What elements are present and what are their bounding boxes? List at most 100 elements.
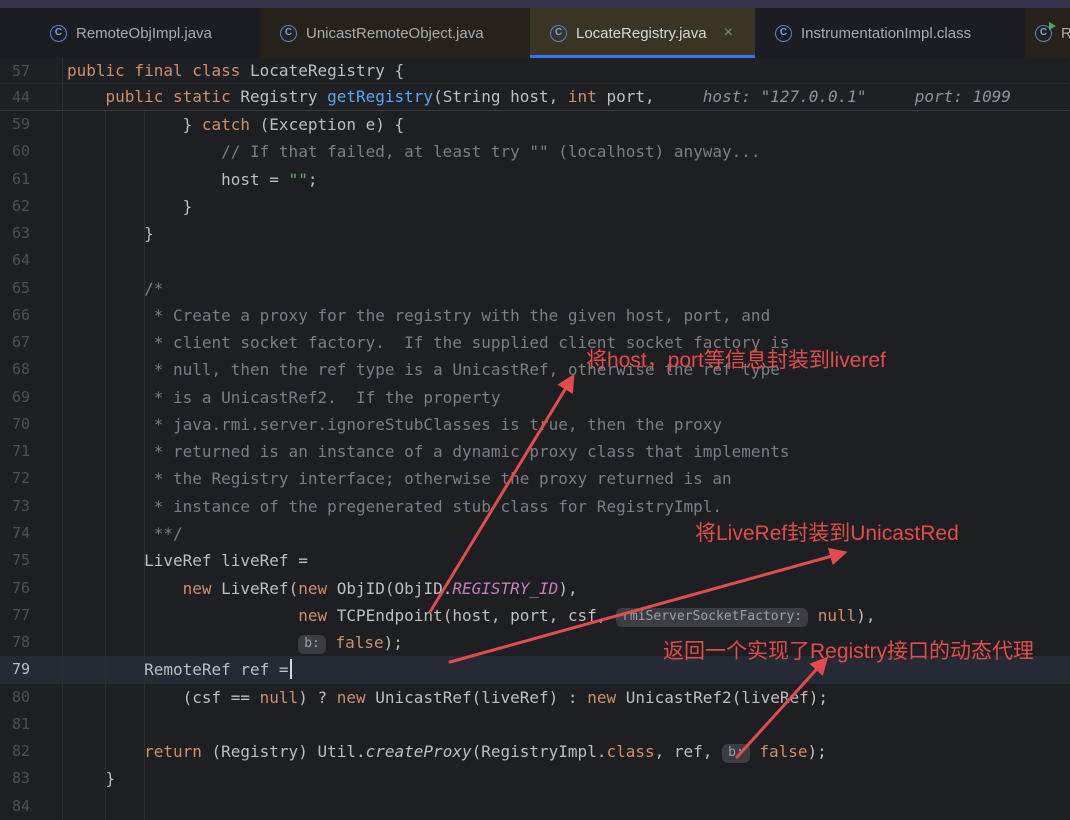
code-line[interactable]: 81	[0, 711, 1070, 738]
class-icon: C	[280, 25, 297, 42]
code-text: (csf == null) ? new UnicastRef(liveRef) …	[67, 684, 828, 711]
sticky-code-line[interactable]: 57 public final class LocateRegistry {	[0, 58, 1070, 84]
code-text: host = "";	[67, 166, 317, 193]
line-number[interactable]: 63	[0, 220, 30, 247]
code-line[interactable]: 76 new LiveRef(new ObjID(ObjID.REGISTRY_…	[0, 575, 1070, 602]
line-number[interactable]: 69	[0, 384, 30, 411]
code-text: * is a UnicastRef2. If the property	[67, 384, 500, 411]
line-number[interactable]: 80	[0, 684, 30, 711]
code-line[interactable]: 66 * Create a proxy for the registry wit…	[0, 302, 1070, 329]
code-line[interactable]: 77 new TCPEndpoint(host, port, csf, rmiS…	[0, 602, 1070, 629]
code-text: }	[67, 220, 154, 247]
line-number[interactable]: 77	[0, 602, 30, 629]
line-number[interactable]: 79	[0, 656, 30, 683]
code-line[interactable]: 82 return (Registry) Util.createProxy(Re…	[0, 738, 1070, 765]
line-number[interactable]: 68	[0, 356, 30, 383]
code-line[interactable]: 83 }	[0, 765, 1070, 792]
code-text: } catch (Exception e) {	[67, 111, 404, 138]
code-text: * the Registry interface; otherwise the …	[67, 465, 732, 492]
code-line[interactable]: 59 } catch (Exception e) {	[0, 111, 1070, 138]
code-line[interactable]: 63 }	[0, 220, 1070, 247]
code-text: new LiveRef(new ObjID(ObjID.REGISTRY_ID)…	[67, 575, 578, 602]
class-icon: C	[550, 25, 567, 42]
code-text: // If that failed, at least try "" (loca…	[67, 138, 761, 165]
code-text: /*	[67, 275, 163, 302]
code-text: * instance of the pregenerated stub clas…	[67, 493, 722, 520]
parameter-hint: b:	[298, 635, 326, 654]
annotation-2: 将LiveRef封装到UnicastRed	[695, 517, 959, 547]
class-icon: C	[50, 25, 67, 42]
sticky-lines-panel: 57 public final class LocateRegistry {44 …	[0, 58, 1070, 111]
line-number[interactable]: 75	[0, 547, 30, 574]
code-line[interactable]: 72 * the Registry interface; otherwise t…	[0, 465, 1070, 492]
sticky-code-line[interactable]: 44 public static Registry getRegistry(St…	[0, 84, 1070, 110]
code-line[interactable]: 64	[0, 247, 1070, 274]
code-line[interactable]: 80 (csf == null) ? new UnicastRef(liveRe…	[0, 684, 1070, 711]
code-text: }	[67, 765, 115, 792]
code-editor[interactable]: 59 } catch (Exception e) {60 // If that …	[0, 111, 1070, 820]
code-text: new TCPEndpoint(host, port, csf, rmiServ…	[67, 602, 876, 629]
debugger-inline-value: host: "127.0.0.1"	[703, 87, 867, 106]
code-line[interactable]: 73 * instance of the pregenerated stub c…	[0, 493, 1070, 520]
line-number[interactable]: 83	[0, 765, 30, 792]
parameter-hint: rmiServerSocketFactory:	[616, 608, 808, 627]
tab-instrumentationimpl-class[interactable]: CInstrumentationImpl.class	[755, 8, 1025, 58]
code-line[interactable]: 70 * java.rmi.server.ignoreStubClasses i…	[0, 411, 1070, 438]
line-number[interactable]: 61	[0, 166, 30, 193]
run-class-icon: C	[1035, 25, 1052, 42]
code-line[interactable]: 69 * is a UnicastRef2. If the property	[0, 384, 1070, 411]
tab-label: UnicastRemoteObject.java	[306, 25, 484, 42]
code-text: RemoteRef ref =	[67, 656, 292, 683]
code-text: LiveRef liveRef =	[67, 547, 308, 574]
code-line[interactable]: 67 * client socket factory. If the suppl…	[0, 329, 1070, 356]
tab-label: RemoteObjImpl.java	[76, 25, 212, 42]
code-line[interactable]: 61 host = "";	[0, 166, 1070, 193]
tab-unicastremoteobject-java[interactable]: C UnicastRemoteObject.java	[260, 8, 530, 58]
code-text: * java.rmi.server.ignoreStubClasses is t…	[67, 411, 722, 438]
tab-label: LocateRegistry.java	[576, 25, 707, 42]
line-number[interactable]: 57	[0, 58, 30, 83]
tab-label: R	[1061, 25, 1070, 42]
code-text: * Create a proxy for the registry with t…	[67, 302, 770, 329]
line-number[interactable]: 66	[0, 302, 30, 329]
parameter-hint: b:	[722, 744, 750, 763]
line-number[interactable]: 44	[0, 84, 30, 110]
line-number[interactable]: 71	[0, 438, 30, 465]
line-number[interactable]: 73	[0, 493, 30, 520]
annotation-1: 将host，port等信息封装到liveref	[586, 344, 886, 374]
class-icon: C	[775, 25, 792, 42]
tab-remoteobjimpl-java[interactable]: C RemoteObjImpl.java	[30, 8, 260, 58]
code-text: * returned is an instance of a dynamic p…	[67, 438, 789, 465]
line-number[interactable]: 82	[0, 738, 30, 765]
code-line[interactable]: 71 * returned is an instance of a dynami…	[0, 438, 1070, 465]
code-line[interactable]: 75 LiveRef liveRef =	[0, 547, 1070, 574]
close-icon[interactable]: ×	[724, 25, 733, 41]
code-line[interactable]: 68 * null, then the ref type is a Unicas…	[0, 356, 1070, 383]
code-line[interactable]: 62 }	[0, 193, 1070, 220]
line-number[interactable]: 76	[0, 575, 30, 602]
line-number[interactable]: 72	[0, 465, 30, 492]
code-line[interactable]: 84	[0, 793, 1070, 820]
line-number[interactable]: 65	[0, 275, 30, 302]
tab-bar: C RemoteObjImpl.java C UnicastRemoteObject.…	[0, 8, 1070, 58]
line-number[interactable]: 78	[0, 629, 30, 656]
text-caret	[290, 659, 292, 679]
ide-window: C RemoteObjImpl.java C UnicastRemoteObject.…	[0, 0, 1070, 820]
code-line[interactable]: 60 // If that failed, at least try "" (l…	[0, 138, 1070, 165]
line-number[interactable]: 60	[0, 138, 30, 165]
tab-locateregistry-java[interactable]: C LocateRegistry.java ×	[530, 8, 755, 58]
line-number[interactable]: 70	[0, 411, 30, 438]
gutter-separator	[62, 58, 63, 820]
line-number[interactable]: 84	[0, 793, 30, 820]
code-line[interactable]: 65 /*	[0, 275, 1070, 302]
line-number[interactable]: 62	[0, 193, 30, 220]
line-number[interactable]: 81	[0, 711, 30, 738]
line-number[interactable]: 59	[0, 111, 30, 138]
line-number[interactable]: 64	[0, 247, 30, 274]
line-number[interactable]: 74	[0, 520, 30, 547]
code-text: public final class LocateRegistry {	[67, 58, 404, 83]
code-text: return (Registry) Util.createProxy(Regis…	[67, 738, 827, 765]
line-number[interactable]: 67	[0, 329, 30, 356]
code-text: }	[67, 193, 192, 220]
tab-r[interactable]: CR	[1025, 8, 1070, 58]
